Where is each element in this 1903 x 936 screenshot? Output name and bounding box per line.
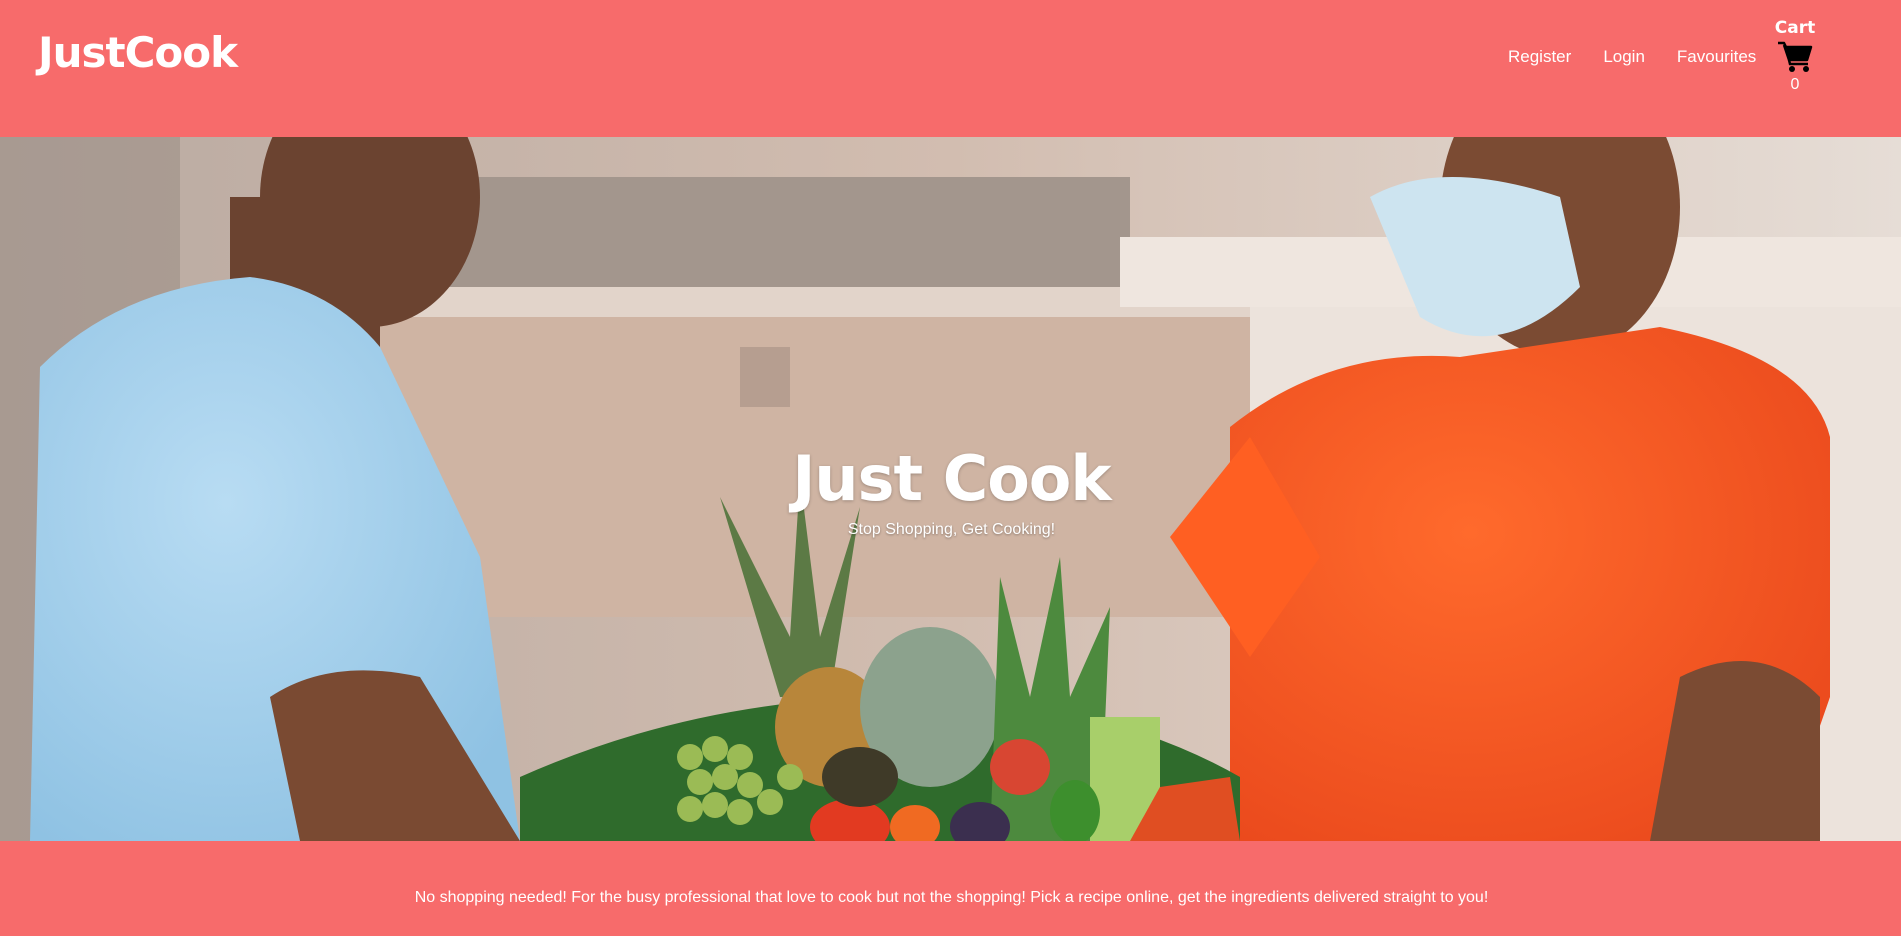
logo[interactable]: JustCook (38, 28, 238, 77)
login-link[interactable]: Login (1603, 47, 1645, 67)
register-link[interactable]: Register (1508, 47, 1571, 67)
favourites-link[interactable]: Favourites (1677, 47, 1756, 67)
cart-count: 0 (1790, 76, 1800, 93)
page: JustCook Register Login Favourites Cart … (0, 0, 1903, 936)
cart-button[interactable]: Cart 0 (1773, 18, 1817, 94)
hero-banner: Just Cook Stop Shopping, Get Cooking! (0, 137, 1903, 841)
footer-band: No shopping needed! For the busy profess… (0, 841, 1903, 936)
header: JustCook Register Login Favourites Cart … (0, 0, 1903, 137)
main-nav: Register Login Favourites (1508, 47, 1756, 67)
hero-title: Just Cook (792, 442, 1111, 515)
shopping-cart-icon[interactable] (1777, 40, 1813, 74)
hero-subtitle: Stop Shopping, Get Cooking! (847, 521, 1056, 538)
cart-label: Cart (1774, 18, 1816, 38)
tagline-text: No shopping needed! For the busy profess… (414, 889, 1489, 906)
